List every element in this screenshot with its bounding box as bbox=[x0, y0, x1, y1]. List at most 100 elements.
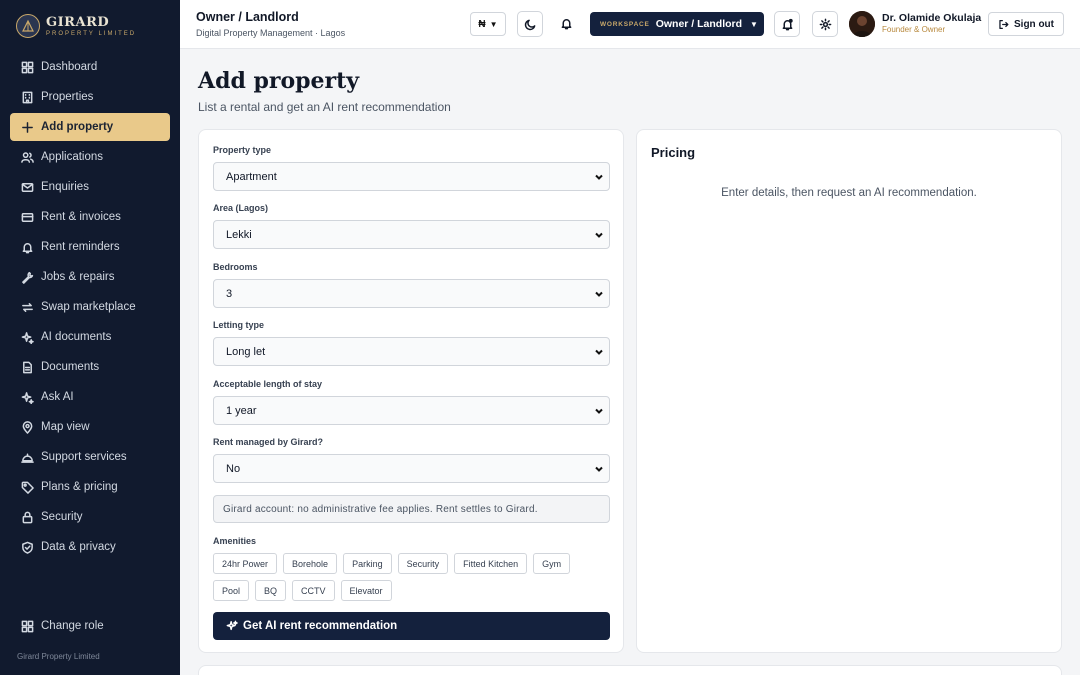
amenity-chip[interactable]: Borehole bbox=[283, 553, 338, 574]
amenity-chip[interactable]: Parking bbox=[343, 553, 392, 574]
currency-select[interactable]: ₦ ▼ bbox=[470, 12, 506, 36]
wrench-icon bbox=[20, 270, 34, 284]
sidebar-item-add-property[interactable]: Add property bbox=[10, 113, 170, 141]
area-label: Area (Lagos) bbox=[213, 203, 269, 213]
amenity-chip[interactable]: Fitted Kitchen bbox=[454, 553, 528, 574]
sign-out-button[interactable]: Sign out bbox=[988, 12, 1064, 36]
sidebar-item-rent-invoices[interactable]: Rent & invoices bbox=[10, 203, 170, 231]
pricing-card: Pricing Enter details, then request an A… bbox=[636, 129, 1062, 653]
sidebar-item-rent-reminders[interactable]: Rent reminders bbox=[10, 233, 170, 261]
sidebar-nav: Dashboard Properties Add property Applic… bbox=[0, 53, 180, 561]
property-type-select[interactable]: Apartment bbox=[213, 162, 610, 191]
logout-icon bbox=[998, 19, 1014, 30]
sidebar-item-properties[interactable]: Properties bbox=[10, 83, 170, 111]
amenity-chip[interactable]: Security bbox=[397, 553, 449, 574]
sparkle-icon bbox=[20, 390, 34, 404]
chevron-down-icon bbox=[595, 230, 603, 238]
sidebar-item-ask-ai[interactable]: Ask AI bbox=[10, 383, 170, 411]
sidebar-item-swap-marketplace[interactable]: Swap marketplace bbox=[10, 293, 170, 321]
theme-toggle-button[interactable] bbox=[517, 11, 543, 37]
sidebar-item-label: Applications bbox=[41, 151, 104, 163]
sidebar-item-label: Documents bbox=[41, 361, 100, 373]
sidebar-item-map-view[interactable]: Map view bbox=[10, 413, 170, 441]
amenity-chip[interactable]: 24hr Power bbox=[213, 553, 278, 574]
brand-logo[interactable]: GIRARD PROPERTY LIMITED bbox=[0, 0, 180, 52]
bell-dot-icon bbox=[781, 18, 794, 31]
sparkle-icon bbox=[226, 620, 243, 632]
sidebar-item-change-role[interactable]: Change role bbox=[10, 612, 170, 640]
sidebar-item-label: Change role bbox=[41, 620, 104, 632]
sidebar-item-documents[interactable]: Documents bbox=[10, 353, 170, 381]
sidebar-item-applications[interactable]: Applications bbox=[10, 143, 170, 171]
amenity-chip[interactable]: Gym bbox=[533, 553, 571, 574]
managed-select[interactable]: No bbox=[213, 454, 610, 483]
bedrooms-label: Bedrooms bbox=[213, 262, 258, 272]
users-icon bbox=[20, 150, 34, 164]
chevron-down-icon bbox=[595, 347, 603, 355]
chevron-down-icon bbox=[595, 464, 603, 472]
sidebar-item-jobs-repairs[interactable]: Jobs & repairs bbox=[10, 263, 170, 291]
amenity-chip[interactable]: BQ bbox=[255, 580, 287, 601]
top-header: Owner / Landlord Digital Property Manage… bbox=[180, 0, 1080, 49]
sidebar-item-label: Security bbox=[41, 511, 83, 523]
sidebar-item-label: Jobs & repairs bbox=[41, 271, 115, 283]
property-type-value: Apartment bbox=[226, 170, 277, 183]
pricing-title: Pricing bbox=[651, 145, 696, 160]
sidebar-item-label: Dashboard bbox=[41, 61, 98, 73]
sidebar-item-plans-pricing[interactable]: Plans & pricing bbox=[10, 473, 170, 501]
get-ai-recommendation-button[interactable]: Get AI rent recommendation bbox=[213, 612, 610, 640]
notifications-button[interactable] bbox=[558, 15, 574, 31]
shield-icon bbox=[20, 540, 34, 554]
header-title: Owner / Landlord bbox=[196, 10, 299, 24]
amenities-row-1: 24hr Power Borehole Parking Security Fit… bbox=[213, 553, 571, 574]
pricing-empty-state: Enter details, then request an AI recomm… bbox=[721, 187, 977, 199]
bedrooms-value: 3 bbox=[226, 287, 233, 300]
lock-icon bbox=[20, 510, 34, 524]
sidebar-item-label: Rent reminders bbox=[41, 241, 120, 253]
mail-icon bbox=[20, 180, 34, 194]
sidebar-item-support-services[interactable]: Support services bbox=[10, 443, 170, 471]
amenity-chip[interactable]: Pool bbox=[213, 580, 250, 601]
fee-note: Girard account: no administrative fee ap… bbox=[213, 495, 610, 523]
gear-icon bbox=[819, 18, 832, 31]
page-title: Add property bbox=[198, 68, 360, 94]
sidebar-item-enquiries[interactable]: Enquiries bbox=[10, 173, 170, 201]
sidebar-item-label: Rent & invoices bbox=[41, 211, 121, 223]
user-role: Founder & Owner bbox=[882, 25, 946, 34]
amenities-row-2: Pool BQ CCTV Elevator bbox=[213, 580, 392, 601]
bell-icon bbox=[560, 17, 573, 30]
header-subtitle: Digital Property Management · Lagos bbox=[196, 28, 346, 38]
sidebar-item-label: Add property bbox=[41, 121, 114, 133]
chevron-down-icon: ▼ bbox=[489, 19, 498, 29]
sidebar-item-label: Swap marketplace bbox=[41, 301, 136, 313]
amenity-chip[interactable]: CCTV bbox=[292, 580, 335, 601]
bedrooms-select[interactable]: 3 bbox=[213, 279, 610, 308]
property-form-card: Property type Apartment Area (Lagos) Lek… bbox=[198, 129, 624, 653]
amenity-chip[interactable]: Elevator bbox=[340, 580, 392, 601]
stay-length-value: 1 year bbox=[226, 404, 257, 417]
area-select[interactable]: Lekki bbox=[213, 220, 610, 249]
sidebar-item-label: AI documents bbox=[41, 331, 112, 343]
letting-type-select[interactable]: Long let bbox=[213, 337, 610, 366]
managed-value: No bbox=[226, 462, 241, 475]
sidebar-item-dashboard[interactable]: Dashboard bbox=[10, 53, 170, 81]
card-icon bbox=[20, 210, 34, 224]
reminders-button[interactable] bbox=[774, 11, 800, 37]
avatar[interactable] bbox=[849, 11, 875, 37]
settings-button[interactable] bbox=[812, 11, 838, 37]
sidebar-item-label: Support services bbox=[41, 451, 127, 463]
brand-subtitle: PROPERTY LIMITED bbox=[46, 30, 137, 37]
sidebar-item-data-privacy[interactable]: Data & privacy bbox=[10, 533, 170, 561]
stay-length-select[interactable]: 1 year bbox=[213, 396, 610, 425]
stay-length-label: Acceptable length of stay bbox=[213, 379, 323, 389]
sidebar-item-label: Enquiries bbox=[41, 181, 89, 193]
sidebar-item-security[interactable]: Security bbox=[10, 503, 170, 531]
property-type-label: Property type bbox=[213, 145, 272, 155]
document-icon bbox=[20, 360, 34, 374]
sidebar-item-label: Map view bbox=[41, 421, 90, 433]
workspace-switcher[interactable]: WORKSPACE Owner / Landlord ▼ bbox=[590, 12, 764, 36]
sidebar-item-label: Data & privacy bbox=[41, 541, 116, 553]
sidebar-item-ai-documents[interactable]: AI documents bbox=[10, 323, 170, 351]
bell-icon bbox=[20, 240, 34, 254]
brand-name: GIRARD bbox=[46, 14, 110, 30]
